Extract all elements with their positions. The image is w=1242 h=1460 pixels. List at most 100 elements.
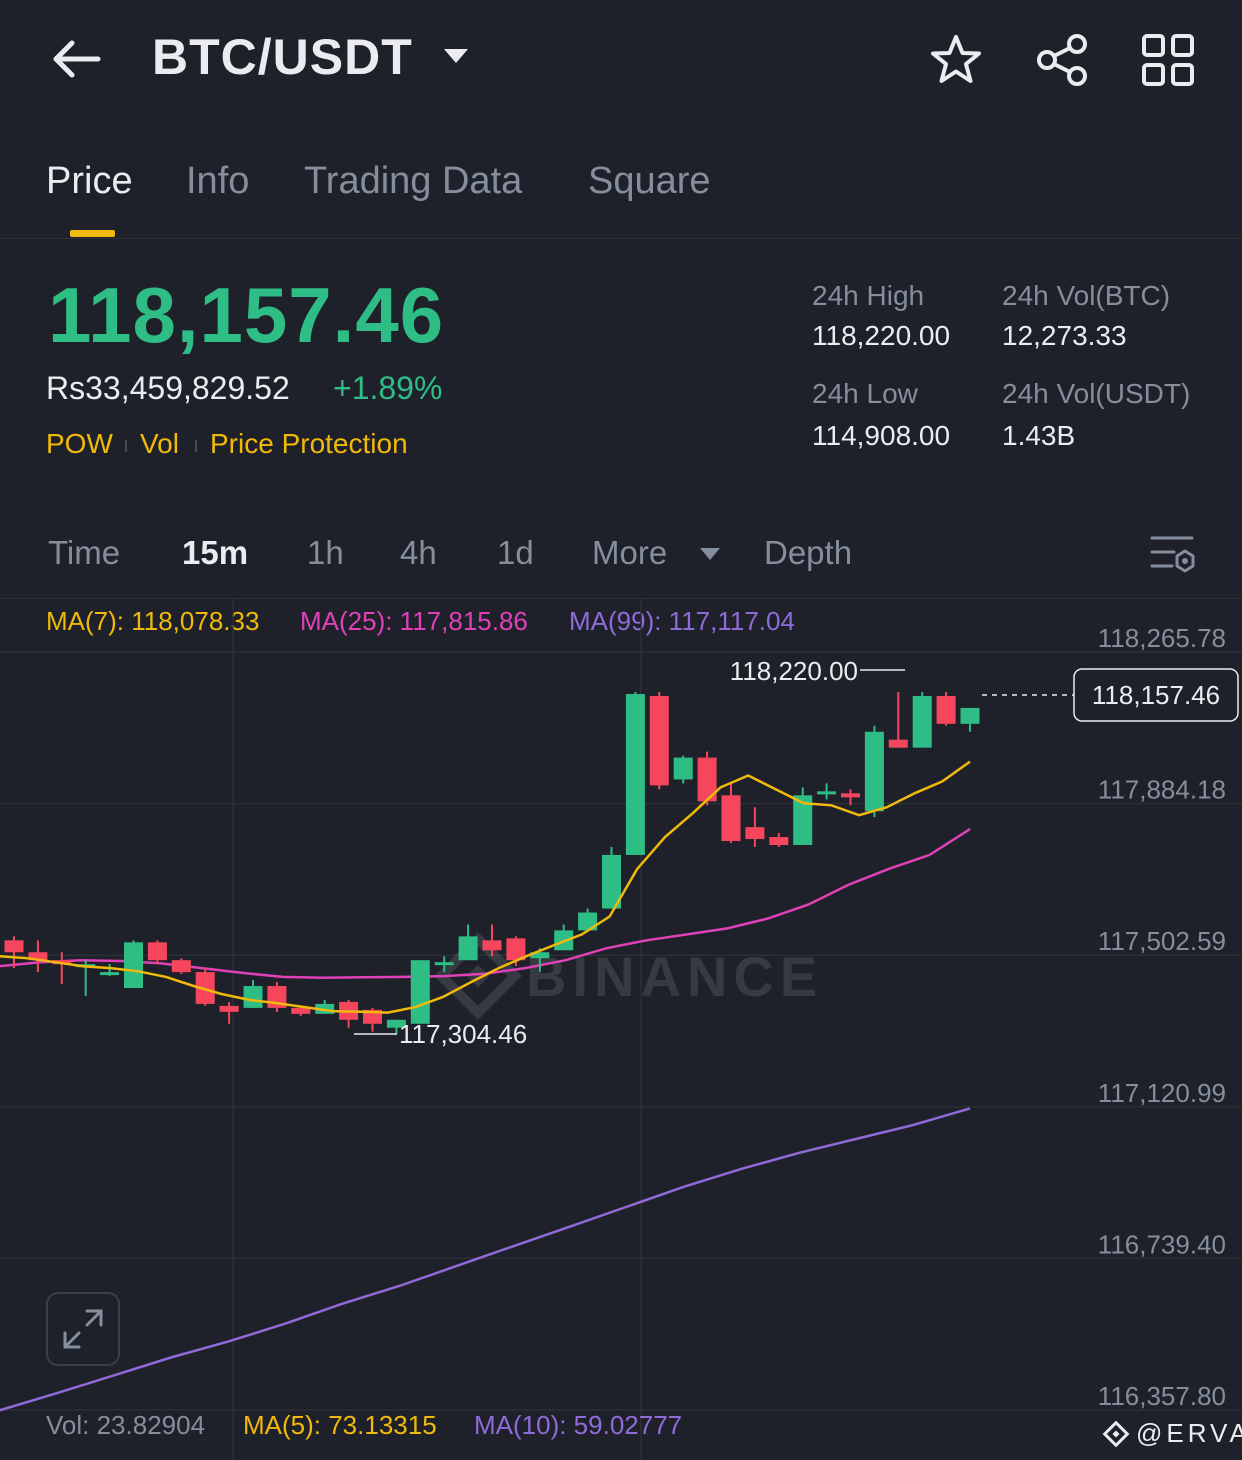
candle (936, 692, 956, 726)
candle-body (817, 791, 837, 795)
candle (554, 924, 574, 951)
vol-usdt-label: 24h Vol(USDT) (1002, 378, 1191, 409)
expand-chart-button[interactable] (46, 1292, 120, 1366)
candle-body (745, 827, 765, 840)
candle (960, 707, 980, 732)
candle (410, 960, 430, 1024)
candle (649, 692, 669, 790)
tab-trading-data[interactable]: Trading Data (304, 160, 522, 203)
tabs-divider (0, 238, 1242, 239)
vol-btc-label: 24h Vol(BTC) (1002, 280, 1171, 311)
interval-4h[interactable]: 4h (400, 534, 437, 572)
low-value: 114,908.00 (812, 420, 951, 451)
y-tick-label: 117,884.18 (1098, 775, 1226, 805)
tab-price[interactable]: Price (46, 160, 133, 203)
volume-ma10-legend: MA(10): 59.02777 (474, 1410, 683, 1440)
interval-depth[interactable]: Depth (764, 534, 852, 572)
svg-text:BINANCE: BINANCE (526, 945, 823, 1008)
candle (864, 725, 884, 818)
y-tick-label: 116,357.80 (1098, 1381, 1226, 1411)
candle (793, 787, 813, 845)
candle (458, 924, 478, 961)
ma7-path (0, 760, 971, 1014)
candle-body (721, 795, 741, 842)
tag-pow[interactable]: POW (46, 428, 113, 460)
creator-watermark: @ERVA (1136, 1418, 1242, 1448)
candle (339, 999, 359, 1028)
ma7-line (0, 760, 971, 1014)
interval-more[interactable]: More (592, 534, 667, 572)
candle-body (434, 962, 454, 966)
candle (912, 692, 932, 748)
header: BTC/USDT (0, 0, 1242, 120)
candle-body (458, 936, 478, 961)
candle-body (219, 1005, 239, 1012)
candle-body (864, 731, 884, 812)
high-marker-label: 118,220.00 (730, 656, 858, 686)
candle-body (482, 940, 502, 951)
candle-body (147, 942, 167, 961)
interval-1d[interactable]: 1d (497, 534, 534, 572)
volume-legend: Vol: 23.82904 (46, 1410, 206, 1440)
tag-separator (125, 440, 127, 452)
candle (625, 692, 645, 855)
candle (219, 1001, 239, 1024)
interval-15m[interactable]: 15m (182, 534, 248, 572)
candle-body (841, 793, 860, 798)
candle (888, 692, 908, 748)
candle-body (100, 972, 120, 976)
ma99-path (0, 1107, 971, 1412)
candle (697, 751, 717, 806)
tag-vol[interactable]: Vol (140, 428, 179, 460)
candle-body (936, 696, 956, 724)
low-label: 24h Low (812, 378, 918, 409)
candle (745, 807, 765, 847)
interval-1h[interactable]: 1h (307, 534, 344, 572)
star-icon[interactable] (928, 32, 984, 88)
ma99-line (0, 1107, 971, 1412)
fiat-price: Rs33,459,829.52 (46, 370, 290, 406)
candle-body (171, 960, 191, 973)
logo-icon (1102, 1420, 1130, 1448)
tab-info[interactable]: Info (186, 160, 249, 203)
volume-ma5-legend: MA(5): 73.13315 (243, 1410, 437, 1440)
candle (721, 783, 741, 844)
candle-body (649, 696, 669, 786)
current-price-label: 118,157.46 (1092, 680, 1220, 710)
active-tab-indicator (70, 230, 115, 237)
tag-price-protection[interactable]: Price Protection (210, 428, 408, 460)
last-price: 118,157.46 (48, 271, 445, 359)
tag-separator (195, 440, 197, 452)
candlestick-chart[interactable]: BINANCE 118,220.00 117,304.46 118,157.46 1… (0, 598, 1242, 1460)
grid-icon[interactable] (1140, 32, 1196, 88)
y-tick-label: 118,265.78 (1098, 623, 1226, 653)
low-marker-label: 117,304.46 (399, 1019, 527, 1049)
candle-body (960, 707, 980, 724)
pair-title[interactable]: BTC/USDT (152, 28, 413, 86)
candle (817, 783, 837, 800)
more-caret-icon[interactable] (698, 546, 722, 562)
candle (243, 980, 263, 1008)
caret-down-icon[interactable] (440, 44, 472, 68)
tab-square[interactable]: Square (588, 160, 711, 203)
y-axis-labels: 118,265.78 117,884.18 117,502.59 117,120.99… (1098, 623, 1226, 1411)
candle-body (888, 739, 908, 748)
candles (4, 692, 980, 1034)
y-tick-label: 117,120.99 (1098, 1078, 1226, 1108)
candle-body (410, 960, 430, 1024)
candle-body (4, 940, 24, 953)
share-icon[interactable] (1034, 32, 1090, 88)
chart-settings-icon[interactable] (1150, 534, 1196, 576)
expand-icon (63, 1309, 103, 1349)
interval-time[interactable]: Time (48, 534, 120, 572)
candle (267, 982, 287, 1012)
candle-body (912, 696, 932, 748)
candle (171, 958, 191, 975)
candle (100, 964, 120, 977)
candle-body (673, 757, 693, 780)
back-arrow-icon[interactable] (48, 34, 104, 84)
candle-body (124, 942, 143, 989)
y-tick-label: 116,739.40 (1098, 1229, 1226, 1259)
chart-grid (0, 599, 1242, 1460)
price-change-percent: +1.89% (333, 370, 443, 406)
